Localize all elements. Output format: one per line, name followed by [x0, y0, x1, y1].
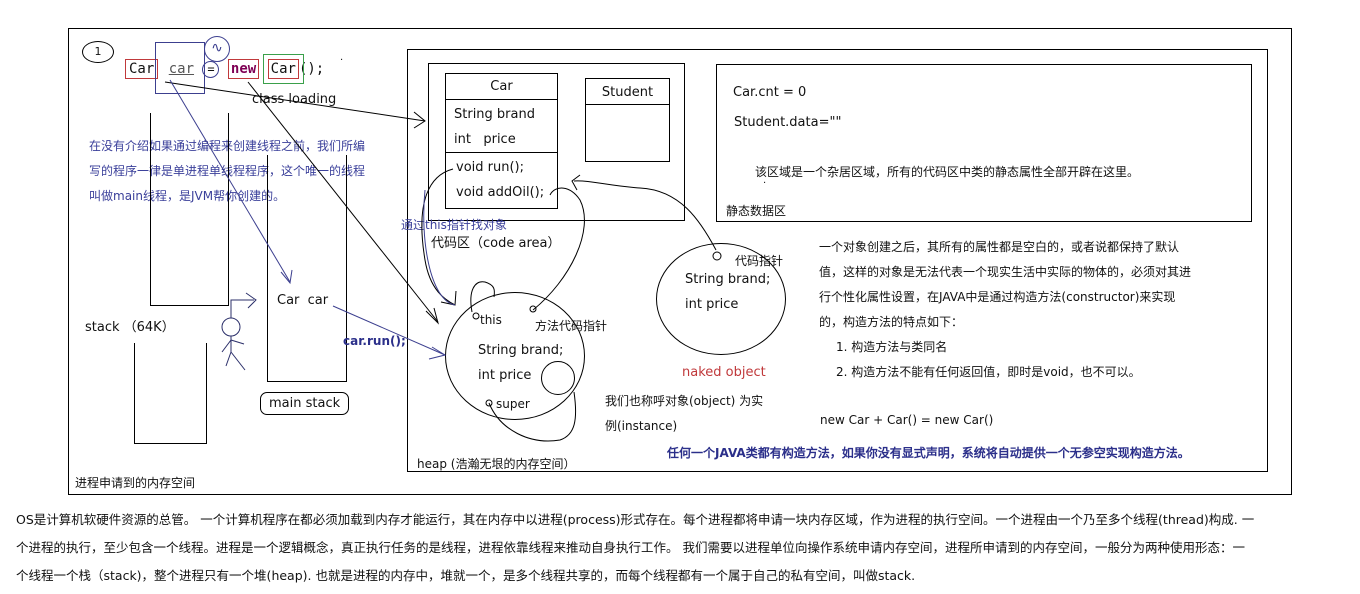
method-pointer-label: 方法代码指针: [535, 319, 608, 333]
heap-label: heap (浩瀚无垠的内存空间）: [417, 457, 576, 471]
instance-note: 我们也称呼对象(object) 为实 例(instance): [605, 389, 763, 439]
car-field: int price: [454, 132, 516, 147]
car-method: void run();: [456, 160, 524, 175]
heap-object-field: int price: [478, 368, 532, 383]
squiggle-icon: ∿: [204, 36, 230, 62]
constructor-point: 1. 构造方法与类同名: [836, 340, 948, 354]
code-pointer-label: 代码指针: [735, 254, 784, 268]
car-class-box: Car String brand int price void run(); v…: [445, 73, 558, 209]
static-area-note: 该区域是一个杂居区域，所有的代码区中类的静态属性全部开辟在这里。: [755, 165, 1140, 179]
default-constructor-note: 任何一个JAVA类都有构造方法，如果你没有显式声明，系统将自动提供一个无参空实现…: [667, 446, 1190, 460]
code-equals: =: [202, 61, 220, 78]
dot-mark: ·: [340, 55, 344, 66]
process-space-label: 进程申请到的内存空间: [75, 476, 196, 490]
naked-object-caption: naked object: [682, 365, 766, 380]
footer-line: 个线程一个栈（stack)，整个进程只有一个堆(heap). 也就是进程的内存中…: [16, 568, 916, 583]
this-lookup-note: 通过this指针找对象: [401, 218, 507, 232]
main-stack-variable: Car car: [277, 293, 329, 308]
car-method: void addOil();: [456, 185, 545, 200]
step-marker: 1: [82, 41, 114, 63]
step-number: 1: [94, 45, 102, 58]
instance-note-line: 我们也称呼对象(object) 为实: [605, 394, 764, 408]
code-type: Car: [125, 59, 159, 79]
footer-line: OS是计算机软硬件资源的总管。 一个计算机程序在都必须加载到内存才能运行，其在内…: [16, 512, 1255, 527]
car-class-methods: void run(); void addOil();: [446, 153, 557, 207]
student-class-name: Student: [586, 79, 669, 105]
instance-note-line: 例(instance): [605, 419, 678, 433]
var-highlight-box: [155, 42, 205, 94]
dot-mark: ·: [763, 178, 767, 189]
car-run-call: car.run();: [343, 334, 406, 348]
code-area-label: 代码区（code area）: [431, 236, 561, 251]
naked-object-field: String brand;: [685, 272, 771, 287]
static-line: Student.data="": [734, 115, 842, 130]
main-stack: [267, 155, 347, 382]
constructor-note-line: 值，这样的对象是无法代表一个现实生活中实际的物体的，必须对其进: [819, 265, 1192, 279]
this-pointer-label: this: [480, 313, 502, 327]
static-line: Car.cnt = 0: [733, 85, 807, 100]
car-class-fields: String brand int price: [446, 100, 557, 153]
heap-object-field: String brand;: [478, 343, 564, 358]
constructor-note-line: 的，构造方法的特点如下：: [819, 315, 964, 329]
car-field: String brand: [454, 107, 535, 122]
code-ctor: Car: [262, 54, 304, 84]
naked-object-field: int price: [685, 297, 739, 312]
thread-stack-2: [134, 343, 207, 444]
main-stack-label: main stack: [260, 392, 350, 415]
class-loading-label: class loading: [252, 92, 337, 107]
code-tail: ();: [298, 61, 325, 77]
code-new-keyword: new: [227, 59, 260, 79]
stack-size-label: stack （64K）: [85, 320, 175, 335]
static-area-label: 静态数据区: [726, 204, 787, 218]
super-pointer-label: super: [496, 397, 530, 411]
inner-circle: [541, 361, 575, 395]
constructor-point: 2. 构造方法不能有任何返回值，即时是void，也不可以。: [836, 365, 1141, 379]
constructor-note: 一个对象创建之后，其所有的属性都是空白的，或者说都保持了默认 值，这样的对象是无…: [819, 235, 1191, 385]
constructor-note-line: 一个对象创建之后，其所有的属性都是空白的，或者说都保持了默认: [819, 240, 1180, 254]
car-class-name: Car: [446, 74, 557, 100]
thread-stack-1: [150, 113, 229, 306]
footer-line: 个进程的执行，至少包含一个线程。进程是一个逻辑概念，真正执行任务的是线程，进程依…: [16, 540, 1245, 555]
static-data-box: Car.cnt = 0 Student.data="" 该区域是一个杂居区域，所…: [716, 64, 1252, 222]
student-class-box: Student: [585, 78, 670, 162]
footer-paragraph: OS是计算机软硬件资源的总管。 一个计算机程序在都必须加载到内存才能运行，其在内…: [16, 506, 1346, 590]
constructor-formula: new Car + Car() = new Car(): [820, 413, 994, 427]
constructor-note-line: 行个性化属性设置，在JAVA中是通过构造方法(constructor)来实现: [819, 290, 1176, 304]
